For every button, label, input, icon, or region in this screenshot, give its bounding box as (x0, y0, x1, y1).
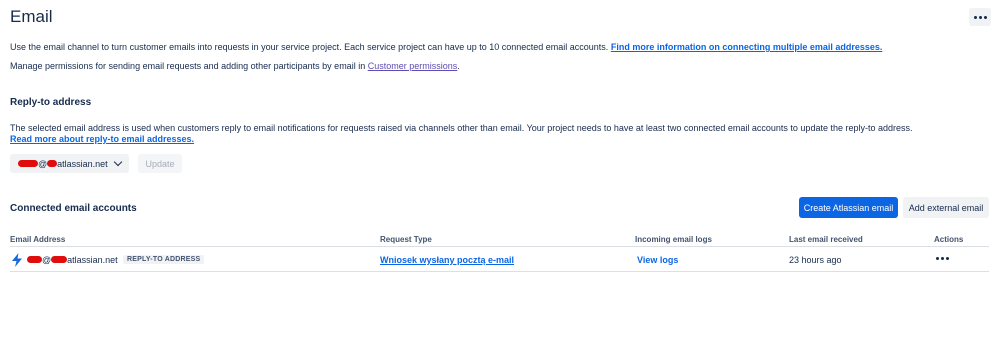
column-header-request-type: Request Type (380, 235, 432, 244)
multiple-emails-info-link[interactable]: Find more information on connecting mult… (611, 42, 883, 52)
redacted-mark (27, 256, 42, 263)
lightning-bolt-icon (12, 253, 22, 267)
reply-to-email-select[interactable]: @ atlassian.net (10, 154, 129, 173)
column-header-actions: Actions (934, 235, 964, 244)
row-actions-button[interactable] (936, 257, 949, 260)
column-header-email: Email Address (10, 235, 66, 244)
email-address-cell: @ atlassian.net (27, 254, 118, 266)
more-horizontal-icon (973, 15, 987, 19)
table-row-divider (10, 271, 989, 272)
intro-line-2: Manage permissions for sending email req… (10, 61, 460, 71)
column-header-logs: Incoming email logs (635, 235, 712, 244)
redacted-mark (18, 160, 38, 167)
chevron-down-icon (113, 157, 123, 167)
redacted-mark (51, 256, 68, 263)
add-external-email-button[interactable]: Add external email (903, 197, 989, 218)
reply-to-badge: REPLY-TO ADDRESS (123, 255, 205, 264)
request-type-link[interactable]: Wniosek wysłany pocztą e-mail (380, 254, 514, 266)
more-actions-button[interactable] (969, 8, 991, 26)
selected-email-domain: atlassian.net (57, 158, 108, 169)
update-button[interactable]: Update (138, 154, 182, 173)
reply-to-learn-more-link[interactable]: Read more about reply-to email addresses… (10, 134, 194, 144)
more-horizontal-icon (936, 257, 949, 260)
view-logs-link[interactable]: View logs (637, 254, 678, 266)
column-header-last-received: Last email received (789, 235, 863, 244)
reply-to-heading: Reply-to address (10, 97, 92, 108)
connected-accounts-heading: Connected email accounts (10, 203, 137, 214)
table-header-divider (10, 246, 989, 247)
redacted-mark (47, 160, 58, 167)
intro-line-1: Use the email channel to turn customer e… (10, 41, 882, 53)
reply-to-learn-more: Read more about reply-to email addresses… (10, 133, 194, 145)
intro-text-1: Use the email channel to turn customer e… (10, 42, 609, 52)
customer-permissions-link[interactable]: Customer permissions (368, 61, 458, 71)
last-received-cell: 23 hours ago (789, 255, 842, 265)
page-title: Email (10, 7, 53, 26)
intro-text-2: Manage permissions for sending email req… (10, 61, 366, 71)
create-atlassian-email-button[interactable]: Create Atlassian email (799, 197, 898, 218)
